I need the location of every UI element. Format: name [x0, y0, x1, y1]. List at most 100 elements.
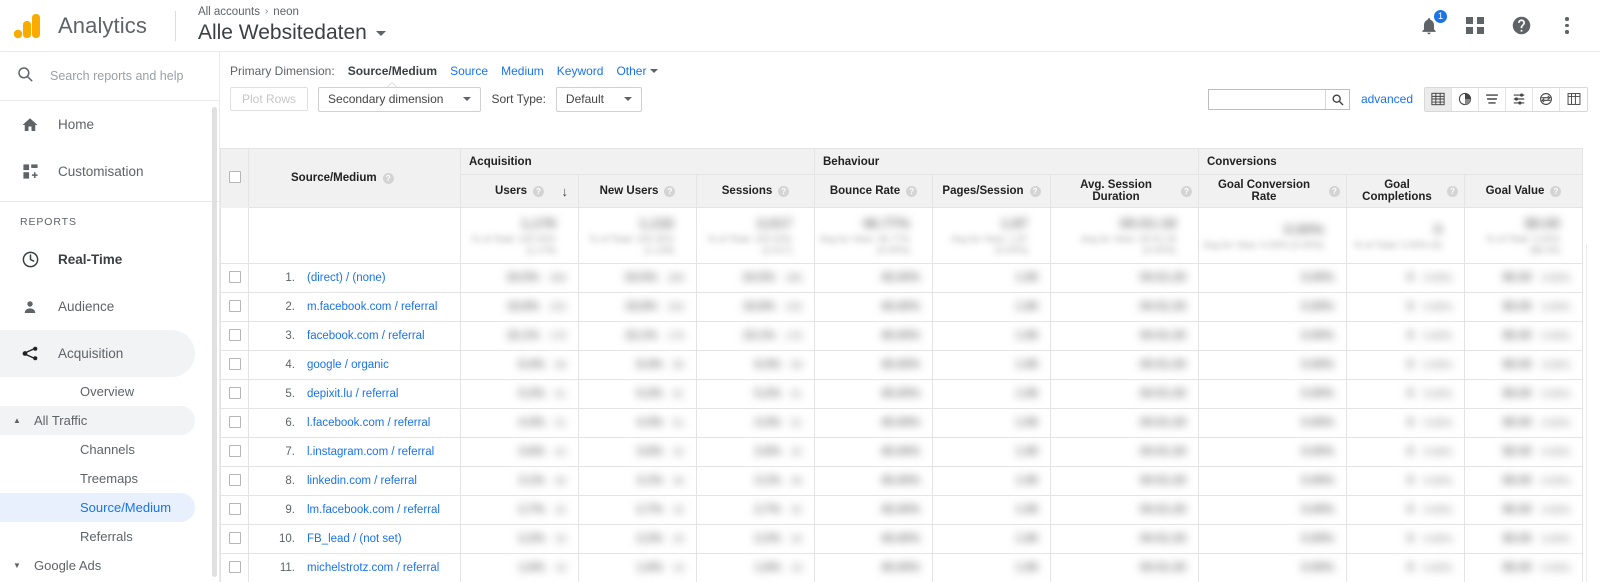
- row-checkbox-cell[interactable]: [220, 524, 249, 554]
- sidebar-item-channels[interactable]: Channels: [0, 435, 195, 464]
- table-row[interactable]: 11. michelstrotz.com / referral 1.6% 19 1.6%…: [220, 553, 1584, 582]
- sidebar-item-real-time[interactable]: Real-Time: [0, 236, 195, 283]
- dimension-tab-medium[interactable]: Medium: [501, 64, 544, 78]
- row-checkbox[interactable]: [228, 299, 241, 312]
- column-header-goal-value[interactable]: Goal Value ?: [1463, 174, 1584, 208]
- apps-grid-icon[interactable]: [1462, 13, 1488, 39]
- row-dimension-link[interactable]: FB_lead / (not set): [307, 533, 402, 545]
- column-header-new-users[interactable]: New Users ?: [578, 174, 697, 208]
- row-checkbox[interactable]: [228, 386, 241, 399]
- dimension-tab-source-medium[interactable]: Source/Medium: [348, 64, 437, 78]
- select-all-checkbox[interactable]: [229, 170, 241, 183]
- column-header-avg-session-duration[interactable]: Avg. Session Duration ?: [1050, 174, 1199, 208]
- row-checkbox[interactable]: [228, 270, 241, 283]
- row-checkbox[interactable]: [228, 415, 241, 428]
- row-checkbox-cell[interactable]: [220, 292, 249, 322]
- help-icon[interactable]: ?: [1029, 185, 1041, 197]
- row-checkbox[interactable]: [228, 531, 241, 544]
- row-dimension-link[interactable]: linkedin.com / referral: [307, 475, 417, 487]
- table-row[interactable]: 2. m.facebook.com / referral 19.8% 233 19.8%…: [220, 292, 1584, 322]
- sidebar-item-referrals[interactable]: Referrals: [0, 522, 195, 551]
- breadcrumb-property[interactable]: neon: [273, 5, 299, 19]
- plot-rows-button[interactable]: Plot Rows: [230, 87, 309, 111]
- row-checkbox[interactable]: [228, 473, 241, 486]
- advanced-filter-link[interactable]: advanced: [1361, 92, 1413, 106]
- sidebar-item-google-ads[interactable]: ▼ Google Ads: [0, 551, 195, 580]
- row-dimension-link[interactable]: l.facebook.com / referral: [307, 417, 430, 429]
- table-row[interactable]: 8. linkedin.com / referral 3.1% 36 3.1% 36 3.1…: [220, 466, 1584, 496]
- sort-type-dropdown[interactable]: Default: [555, 86, 642, 112]
- sidebar-item-overview[interactable]: Overview: [0, 377, 195, 406]
- row-checkbox[interactable]: [228, 357, 241, 370]
- table-row[interactable]: 9. lm.facebook.com / referral 2.7% 32 2.7% 32…: [220, 495, 1584, 525]
- row-checkbox[interactable]: [228, 444, 241, 457]
- row-dimension-link[interactable]: depixit.lu / referral: [307, 388, 398, 400]
- sidebar-search[interactable]: [0, 52, 219, 101]
- dimension-tab-keyword[interactable]: Keyword: [557, 64, 604, 78]
- help-icon[interactable]: ?: [906, 185, 918, 197]
- row-checkbox-cell[interactable]: [220, 350, 249, 380]
- view-selector[interactable]: Alle Websitedaten: [198, 20, 386, 46]
- sidebar-item-all-traffic[interactable]: ▲ All Traffic: [0, 406, 195, 435]
- table-row[interactable]: 10. FB_lead / (not set) 2.2% 26 2.2% 26 2.2% 26…: [220, 524, 1584, 554]
- sort-descending-icon[interactable]: ↓: [562, 184, 569, 199]
- column-header-users[interactable]: Users ? ↓: [460, 174, 579, 208]
- table-row[interactable]: 7. l.instagram.com / referral 3.6% 42 3.6% 42…: [220, 437, 1584, 467]
- notifications-button[interactable]: 1: [1416, 8, 1448, 39]
- table-search[interactable]: [1207, 88, 1350, 110]
- row-checkbox-cell[interactable]: [220, 263, 249, 293]
- table-row[interactable]: 3. facebook.com / referral 15.1% 178 15.1% 17…: [220, 321, 1584, 351]
- help-icon[interactable]: ?: [382, 172, 394, 184]
- select-all-cell[interactable]: [220, 148, 249, 208]
- row-checkbox[interactable]: [228, 328, 241, 341]
- table-row[interactable]: 5. depixit.lu / referral 5.2% 61 5.2% 61 5.2% 6…: [220, 379, 1584, 409]
- row-checkbox-cell[interactable]: [220, 495, 249, 525]
- row-dimension-link[interactable]: l.instagram.com / referral: [307, 446, 434, 458]
- row-checkbox-cell[interactable]: [220, 408, 249, 438]
- terms-cloud-view-icon[interactable]: [1533, 87, 1560, 111]
- dimension-column-header[interactable]: Source/Medium ?: [248, 148, 461, 208]
- column-header-pages-session[interactable]: Pages/Session ?: [932, 174, 1051, 208]
- row-dimension-link[interactable]: m.facebook.com / referral: [307, 301, 437, 313]
- table-search-button[interactable]: [1324, 89, 1349, 109]
- help-icon[interactable]: ?: [1550, 185, 1562, 197]
- row-checkbox[interactable]: [228, 502, 241, 515]
- sidebar-item-customisation[interactable]: Customisation: [0, 148, 195, 195]
- column-header-bounce-rate[interactable]: Bounce Rate ?: [814, 174, 933, 208]
- dimension-tab-other[interactable]: Other: [616, 64, 659, 78]
- row-dimension-link[interactable]: (direct) / (none): [307, 272, 386, 284]
- row-checkbox[interactable]: [228, 560, 241, 573]
- pivot-view-icon[interactable]: [1560, 87, 1587, 111]
- table-row[interactable]: 1. (direct) / (none) 24.5% 288 24.5% 288 24.5%…: [220, 263, 1584, 293]
- row-dimension-link[interactable]: google / organic: [307, 359, 389, 371]
- breadcrumb-account[interactable]: All accounts: [198, 5, 260, 19]
- search-input[interactable]: [50, 69, 200, 83]
- row-dimension-link[interactable]: michelstrotz.com / referral: [307, 562, 439, 574]
- dimension-tab-source[interactable]: Source: [450, 64, 488, 78]
- sidebar-item-audience[interactable]: Audience: [0, 283, 195, 330]
- table-view-icon[interactable]: [1425, 87, 1452, 111]
- help-icon[interactable]: ?: [1447, 185, 1458, 197]
- row-checkbox-cell[interactable]: [220, 553, 249, 582]
- table-search-input[interactable]: [1208, 89, 1325, 109]
- kebab-menu-icon[interactable]: [1554, 13, 1580, 39]
- row-dimension-link[interactable]: lm.facebook.com / referral: [307, 504, 440, 516]
- sidebar-item-acquisition[interactable]: Acquisition: [0, 330, 195, 377]
- row-checkbox-cell[interactable]: [220, 437, 249, 467]
- column-header-goal-conversion-rate[interactable]: Goal Conversion Rate ?: [1198, 174, 1347, 208]
- help-icon[interactable]: ?: [532, 185, 544, 197]
- table-row[interactable]: 6. l.facebook.com / referral 4.3% 51 4.3% 51 4…: [220, 408, 1584, 438]
- sidebar-item-home[interactable]: Home: [0, 101, 195, 148]
- account-selector[interactable]: All accounts › neon Alle Websitedaten: [198, 5, 386, 46]
- performance-view-icon[interactable]: [1479, 87, 1506, 111]
- row-checkbox-cell[interactable]: [220, 321, 249, 351]
- table-vertical-scrollbar[interactable]: [1586, 244, 1600, 582]
- help-icon[interactable]: ?: [778, 185, 790, 197]
- help-icon[interactable]: ?: [1329, 185, 1340, 197]
- help-icon[interactable]: [1508, 13, 1534, 39]
- help-icon[interactable]: ?: [664, 185, 676, 197]
- sidebar-scrollbar[interactable]: [212, 107, 217, 577]
- help-icon[interactable]: ?: [1181, 185, 1192, 197]
- table-row[interactable]: 4. google / organic 8.4% 99 8.4% 99 8.4% 99 45.0…: [220, 350, 1584, 380]
- column-header-goal-completions[interactable]: Goal Completions ?: [1346, 174, 1465, 208]
